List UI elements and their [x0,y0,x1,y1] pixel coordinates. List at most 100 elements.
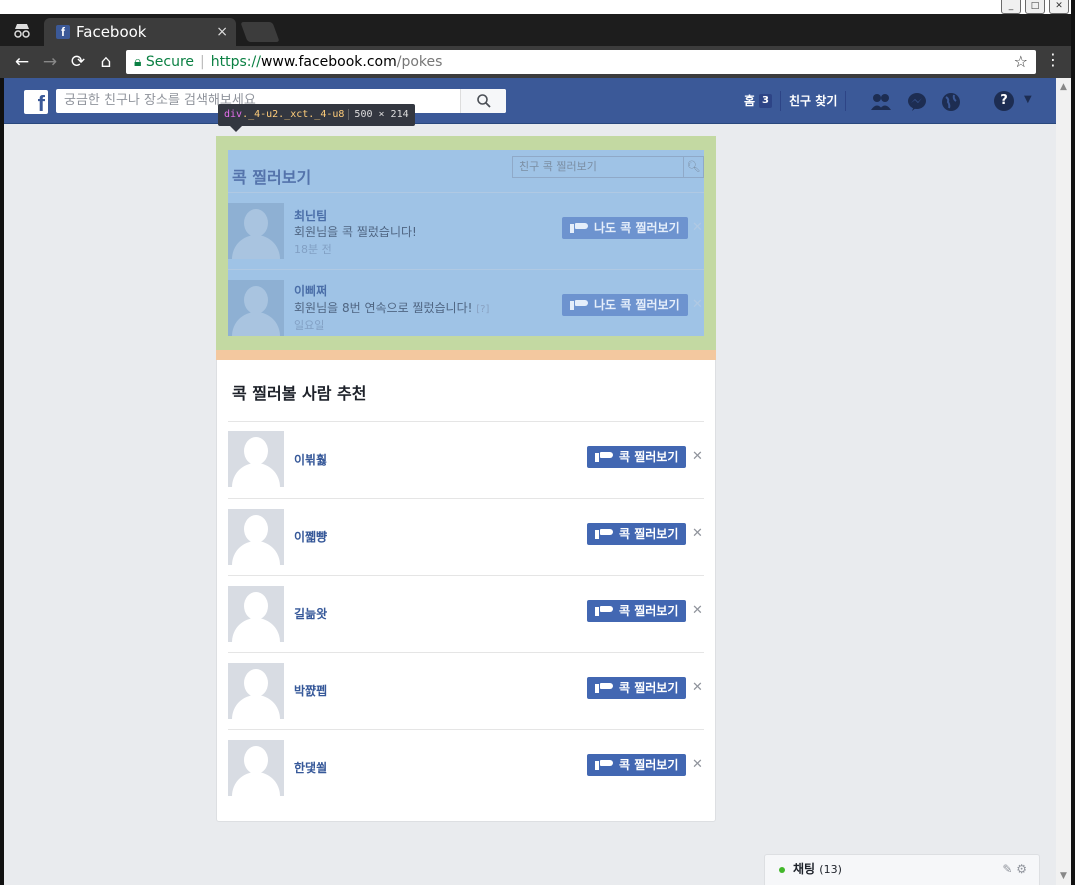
lock-icon: 🔒︎ [134,54,142,70]
chat-options: ✎ ⚙ [1002,855,1027,883]
close-window-button[interactable]: ✕ [1049,0,1069,14]
poke-button-label: 콕 찔러보기 [619,758,679,772]
poke-button[interactable]: 콕 찔러보기 [587,523,687,545]
facebook-header: f 궁금한 친구나 장소를 검색해보세요 홈 3 친구 찾기 ? ▼ [4,78,1056,124]
poke-button[interactable]: 콕 찔러보기 [587,754,687,776]
poke-button[interactable]: 콕 찔러보기 [587,677,687,699]
reload-icon[interactable]: ⟳ [66,50,90,74]
suggestion-row: 이뷖훯 콕 찔러보기 ✕ [228,421,704,498]
scroll-up-icon[interactable]: ▲ [1060,82,1067,92]
suggestion-row: 길늚왓 콕 찔러보기 ✕ [228,575,704,652]
forward-arrow-icon[interactable]: → [38,50,62,74]
minimize-button[interactable]: _ [1001,0,1021,14]
avatar[interactable] [228,663,284,719]
avatar[interactable] [228,740,284,796]
devtools-element-tooltip: div._4-u2._xct._4-u8 500 × 214 [218,104,415,126]
poke-button[interactable]: 콕 찔러보기 [587,600,687,622]
poker-name[interactable]: 최닌팀 [294,207,327,224]
menu-dots-icon[interactable]: ⋮ [1045,50,1061,69]
poke-message: 회원님을 콕 찔렀습니다! [294,225,417,239]
tab-title: Facebook [76,23,147,41]
suggestions-title: 콕 찔러볼 사람 추천 [232,384,367,403]
search-button[interactable] [460,89,506,113]
suggestion-name[interactable]: 이뷖훯 [294,451,327,468]
scrollbar[interactable]: ▲ ▼ [1056,78,1071,885]
dismiss-x-icon[interactable]: ✕ [692,526,703,541]
poke-hand-icon [570,223,588,233]
suggestion-name[interactable]: 박쨠펩 [294,682,327,699]
home-icon[interactable]: ⌂ [94,50,118,74]
chat-label: 채팅 [793,862,816,876]
messenger-icon[interactable] [906,91,928,113]
new-tab-button[interactable] [240,22,280,42]
find-friends-link[interactable]: 친구 찾기 [781,91,847,111]
chat-tab[interactable]: 채팅 (13) ✎ ⚙ [764,854,1040,885]
poke-back-button[interactable]: 나도 콕 찔러보기 [562,217,688,239]
dismiss-x-icon[interactable]: ✕ [692,680,703,695]
avatar[interactable] [228,431,284,487]
incognito-icon [12,20,32,40]
suggestion-name[interactable]: 한댗쐴 [294,759,327,776]
search-icon[interactable]: 🔍︎ [683,157,703,177]
back-arrow-icon[interactable]: ← [10,50,34,74]
online-status-dot [779,866,785,873]
suggestion-row: 한댗쐴 콕 찔러보기 ✕ [228,729,704,806]
window-border [1071,0,1075,885]
poke-hand-icon [570,300,588,310]
poker-name[interactable]: 이삐쩌 [294,282,327,299]
poke-row: 이삐쩌 회원님을 8번 연속으로 찔렀습니다! [?] 일요일 나도 콕 찔러보… [228,269,704,346]
tab-close-icon[interactable]: × [216,18,228,46]
scroll-down-icon[interactable]: ▼ [1060,871,1067,881]
poke-hand-icon [595,529,613,539]
poke-button-label: 콕 찔러보기 [619,681,679,695]
maximize-button[interactable]: □ [1025,0,1045,14]
poke-hand-icon [595,760,613,770]
secure-label: Secure [145,54,195,70]
header-nav: 홈 3 친구 찾기 [736,89,847,113]
compose-icon[interactable]: ✎ [1002,862,1012,876]
dismiss-x-icon[interactable]: ✕ [692,449,703,464]
page-viewport: f 궁금한 친구나 장소를 검색해보세요 홈 3 친구 찾기 ? ▼ 콕 찔러보… [4,78,1056,885]
avatar[interactable] [228,203,284,259]
tooltip-size: 500 × 214 [348,109,409,120]
dismiss-x-icon[interactable]: ✕ [692,297,703,312]
avatar[interactable] [228,586,284,642]
suggestion-row: 이쩳뺭 콕 찔러보기 ✕ [228,498,704,575]
friend-requests-icon[interactable] [870,91,892,113]
home-link[interactable]: 홈 3 [736,91,782,111]
url-host: www.facebook.com [260,54,397,70]
tab-strip: f Facebook × [0,14,1075,46]
dismiss-x-icon[interactable]: ✕ [692,757,703,772]
poke-hand-icon [595,452,613,462]
address-bar[interactable]: 🔒︎ Secure | https://www.facebook.com/pokes… [126,50,1036,74]
poke-back-label: 나도 콕 찔러보기 [594,298,680,312]
pokes-section-title: 콕 찔러보기 [232,168,312,187]
poke-row: 최닌팀 회원님을 콕 찔렀습니다! 18분 전 나도 콕 찔러보기 ✕ [228,192,704,269]
avatar[interactable] [228,280,284,336]
dismiss-x-icon[interactable]: ✕ [692,220,703,235]
poke-button-label: 콕 찔러보기 [619,450,679,464]
facebook-logo[interactable]: f [24,90,48,114]
tooltip-classes: ._4-u2._xct._4-u8 [242,109,345,120]
poke-back-button[interactable]: 나도 콕 찔러보기 [562,294,688,316]
avatar[interactable] [228,509,284,565]
star-icon[interactable]: ☆ [1014,50,1028,74]
notifications-globe-icon[interactable] [940,91,962,113]
poke-message: 회원님을 8번 연속으로 찔렀습니다! [?] [294,301,490,315]
dismiss-x-icon[interactable]: ✕ [692,603,703,618]
tab-facebook[interactable]: f Facebook × [44,18,236,46]
help-link[interactable]: [?] [476,304,489,315]
gear-icon[interactable]: ⚙ [1016,862,1027,876]
poke-button[interactable]: 콕 찔러보기 [587,446,687,468]
poke-hand-icon [595,683,613,693]
suggestion-name[interactable]: 길늚왓 [294,605,327,622]
suggestion-name[interactable]: 이쩳뺭 [294,528,327,545]
poke-button-label: 콕 찔러보기 [619,604,679,618]
chevron-down-icon[interactable]: ▼ [1024,94,1032,105]
home-label: 홈 [744,94,756,108]
home-count-badge: 3 [759,94,773,108]
poke-hand-icon [595,606,613,616]
poke-search-input[interactable]: 친구 콕 찔러보기 🔍︎ [512,156,704,178]
help-icon[interactable]: ? [994,91,1014,111]
poke-search-placeholder: 친구 콕 찔러보기 [519,160,597,173]
